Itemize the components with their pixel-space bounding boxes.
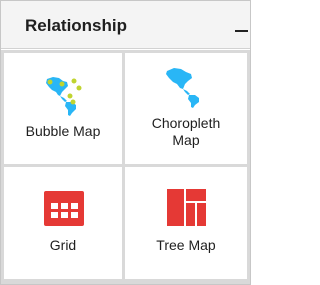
choropleth-map-icon	[166, 68, 199, 108]
grid-label: Grid	[49, 237, 77, 253]
choropleth-map-label-line1: Choropleth	[151, 115, 221, 131]
bubble-map-icon	[46, 77, 82, 116]
panel-header[interactable]: Relationship	[1, 1, 250, 49]
tree-map-label: Tree Map	[156, 237, 216, 253]
choropleth-map-tile[interactable]: Choropleth Map	[125, 53, 247, 164]
grid-icon	[44, 191, 84, 226]
relationship-panel: Relationship Bubble Map Choropleth Map G…	[0, 0, 251, 285]
grid-tile[interactable]: Grid	[4, 167, 122, 279]
chart-type-grid: Bubble Map Choropleth Map Grid Tree Map	[1, 50, 250, 284]
panel-title: Relationship	[25, 16, 128, 35]
tree-map-tile[interactable]: Tree Map	[125, 167, 247, 279]
minus-icon[interactable]	[235, 17, 251, 33]
bubble-map-tile[interactable]: Bubble Map	[4, 53, 122, 164]
choropleth-map-label-line2: Map	[172, 132, 200, 148]
tree-map-icon	[167, 189, 206, 226]
bubble-map-label: Bubble Map	[25, 123, 101, 139]
